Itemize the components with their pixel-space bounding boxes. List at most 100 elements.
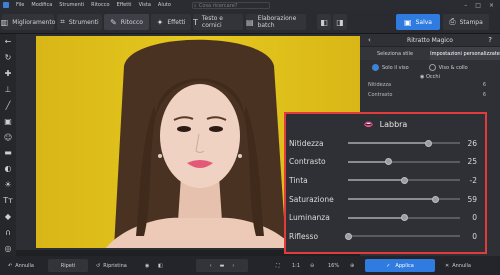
lips-slider-handle[interactable] — [400, 176, 408, 184]
back-chevron-icon[interactable]: ‹ — [368, 36, 371, 44]
tab-effetti[interactable]: ✦ Effetti — [151, 14, 191, 30]
lips-slider-track[interactable] — [348, 195, 460, 203]
tab-testo-cornici[interactable]: T Testo e cornici — [193, 14, 243, 30]
lips-slider-fill — [348, 179, 404, 182]
lips-slider-handle[interactable] — [344, 232, 352, 240]
gradient-icon[interactable]: ◐ — [0, 161, 16, 177]
tab-seleziona-stile[interactable]: Seleziona stile — [360, 47, 430, 60]
search-icon: ⌕ — [193, 2, 197, 9]
back-arrow-icon[interactable]: ← — [0, 34, 16, 50]
cancel-button[interactable]: ✕ Annulla — [445, 256, 471, 275]
zoom-1-1-button[interactable]: 1:1 — [292, 256, 300, 275]
check-icon: ✓ — [386, 262, 391, 269]
next-icon[interactable]: › — [232, 263, 234, 269]
tab-elaborazione-batch[interactable]: ▤ Elaborazione batch — [246, 14, 306, 30]
bottom-bar: ↶ Annulla Ripeti ↺ Ripristina ◉ ◧ ‹ ▬ › … — [0, 256, 500, 275]
menu-strumenti[interactable]: Strumenti — [59, 2, 84, 8]
folder-icon[interactable]: ▬ — [220, 263, 225, 269]
healing-icon[interactable]: ✚ — [0, 66, 16, 82]
prev-icon[interactable]: ‹ — [210, 263, 212, 269]
lips-slider-track[interactable] — [348, 176, 460, 184]
lips-slider-track[interactable] — [348, 158, 460, 166]
lips-slider-handle[interactable] — [431, 195, 439, 203]
compare-button[interactable]: ◧ — [158, 256, 163, 275]
globe-icon[interactable]: ◎ — [0, 240, 16, 256]
before-after-button[interactable]: ◧ — [317, 14, 331, 30]
app-logo-icon — [3, 2, 9, 8]
file-nav[interactable]: ‹ ▬ › — [196, 259, 248, 272]
menu-modifica[interactable]: Modifica — [31, 2, 52, 8]
redo-button[interactable]: Ripeti — [48, 259, 88, 272]
eyes-nitidezza-label: Nitidezza — [368, 82, 392, 88]
menu-bar: File Modifica Strumenti Ritocco Effetti … — [0, 0, 500, 10]
fill-icon[interactable]: ◆ — [0, 208, 16, 224]
minimize-icon[interactable]: – — [464, 2, 467, 9]
lips-slider-handle[interactable] — [384, 158, 392, 166]
search-input[interactable]: ⌕ Cosa ricercare? — [191, 1, 270, 9]
radio-solo-viso[interactable]: Solo il viso — [372, 64, 409, 71]
tab-ritocco[interactable]: ✎ Ritocco — [104, 14, 149, 30]
stamp-icon[interactable]: ⊥ — [0, 82, 16, 98]
face-icon[interactable]: ☺ — [0, 129, 16, 145]
rotate-icon[interactable]: ↻ — [0, 50, 16, 66]
tab-impostazioni-personalizzate[interactable]: Impostazioni personalizzate — [430, 47, 500, 60]
preview-eye-button[interactable]: ◉ — [145, 256, 149, 275]
lips-slider-handle[interactable] — [425, 139, 433, 147]
radio-dot-checked-icon — [372, 64, 379, 71]
lips-slider-track[interactable] — [348, 139, 460, 147]
save-button[interactable]: ▣ Salva — [396, 14, 440, 30]
zoom-out-icon: ⊖ — [310, 262, 315, 269]
tab-miglioramento[interactable]: ▥ Miglioramento — [0, 14, 55, 30]
lips-slider-fill — [348, 216, 404, 219]
patch-icon[interactable]: ▣ — [0, 113, 16, 129]
frame-icon[interactable]: ▬ — [0, 145, 16, 161]
undo-icon: ↶ — [8, 262, 13, 269]
menu-ritocco[interactable]: Ritocco — [91, 2, 109, 8]
zoom-in-button[interactable]: ⊕ — [350, 256, 354, 275]
levels-icon: ▥ — [0, 17, 9, 27]
undo-button[interactable]: ↶ Annulla — [8, 256, 34, 275]
menu-vista[interactable]: Vista — [139, 2, 151, 8]
fit-screen-button[interactable]: ⛶ — [276, 256, 280, 275]
lips-slider-row: Tinta -2 — [286, 171, 485, 190]
restore-label: Ripristina — [103, 262, 127, 269]
menu-effetti[interactable]: Effetti — [117, 2, 132, 8]
lips-slider-value: -2 — [469, 175, 477, 185]
restore-button[interactable]: ↺ Ripristina — [96, 256, 127, 275]
tab-batch-label: Elaborazione batch — [257, 15, 297, 29]
history-icon: ◨ — [336, 17, 344, 27]
menu-aiuto[interactable]: Aiuto — [158, 2, 171, 8]
cancel-label: Annulla — [452, 262, 471, 269]
main-toolbar: ▥ Miglioramento ⌗ Strumenti ✎ Ritocco ✦ … — [0, 10, 500, 34]
tab-strumenti[interactable]: ⌗ Strumenti — [57, 14, 102, 30]
help-icon[interactable]: ? — [488, 36, 492, 44]
left-toolbar: ← ↻ ✚ ⊥ ╱ ▣ ☺ ▬ ◐ ☀ Tт ◆ ∩ ◎ — [0, 34, 16, 256]
apply-button[interactable]: ✓ Applica — [365, 259, 435, 272]
radio-viso-collo[interactable]: Viso & collo — [428, 64, 468, 71]
magnet-icon[interactable]: ∩ — [0, 224, 16, 240]
eyes-section-label: Occhi — [425, 74, 440, 80]
print-label: Stampa — [459, 18, 483, 26]
lips-slider-track[interactable] — [344, 232, 460, 240]
restore-icon: ↺ — [96, 262, 101, 269]
history-button[interactable]: ◨ — [333, 14, 347, 30]
fit-icon: ⛶ — [276, 262, 280, 269]
light-icon[interactable]: ☀ — [0, 177, 16, 193]
brush-tool-icon[interactable]: ╱ — [0, 97, 16, 113]
print-button[interactable]: ⎙ Stampa — [443, 14, 489, 30]
close-icon[interactable]: × — [489, 2, 494, 9]
zoom-out-button[interactable]: ⊖ — [310, 256, 314, 275]
redo-label: Ripeti — [60, 262, 76, 269]
maximize-icon[interactable]: □ — [475, 2, 481, 9]
save-label: Salva — [415, 18, 432, 26]
zoom-percent-label: 16% — [328, 262, 340, 269]
eyes-nitidezza-value: 6 — [482, 82, 486, 88]
lips-slider-handle[interactable] — [400, 214, 408, 222]
tab-ritocco-label: Ritocco — [120, 18, 143, 26]
menu-file[interactable]: File — [16, 2, 24, 8]
lips-slider-track[interactable] — [348, 214, 460, 222]
text-tool-icon[interactable]: Tт — [0, 193, 16, 209]
panel-tabs: Seleziona stile Impostazioni personalizz… — [360, 47, 500, 60]
zoom-in-icon: ⊕ — [350, 262, 355, 269]
compare-bottom-icon: ◧ — [158, 262, 163, 269]
